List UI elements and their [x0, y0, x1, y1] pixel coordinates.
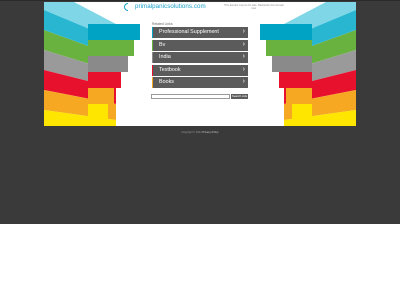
chevron-right-icon: ›: [242, 78, 245, 85]
link-label: Bv: [159, 41, 166, 48]
content-panel: primalpanicsolutions.com This domain may…: [44, 2, 356, 126]
header-note[interactable]: This domain may be for sale. Backorder t…: [224, 4, 284, 10]
top-strip: [0, 0, 400, 1]
link-item-textbook[interactable]: Textbook ›: [152, 64, 248, 76]
search-bar: Search Ads: [151, 94, 248, 100]
chevron-right-icon: ›: [242, 65, 245, 73]
link-label: Professional Supplement: [159, 29, 219, 35]
link-label: India: [159, 54, 171, 60]
link-item-professional-supplement[interactable]: Professional Supplement ›: [152, 27, 248, 38]
search-button[interactable]: Search Ads: [231, 94, 248, 99]
search-input[interactable]: [151, 94, 230, 99]
site-logo-text[interactable]: primalpanicsolutions.com: [135, 3, 206, 10]
related-links-label: Related Links: [152, 22, 173, 26]
logo-icon: [124, 3, 133, 11]
copyright-text: Copyright © 2024: [181, 131, 203, 134]
link-item-books[interactable]: Books ›: [152, 77, 248, 88]
related-links-list: Professional Supplement › Bv › India › T…: [152, 27, 248, 90]
chevron-right-icon: ›: [242, 40, 245, 48]
header: primalpanicsolutions.com This domain may…: [44, 2, 356, 22]
link-label: Textbook: [159, 66, 181, 73]
chevron-right-icon: ›: [242, 53, 245, 60]
link-item-bv[interactable]: Bv ›: [152, 39, 248, 51]
link-label: Books: [159, 79, 174, 85]
privacy-policy-link[interactable]: Privacy Policy: [202, 131, 218, 134]
chevron-right-icon: ›: [242, 28, 245, 35]
footer: Copyright © 2024 Privacy Policy: [0, 131, 400, 134]
link-item-india[interactable]: India ›: [152, 52, 248, 63]
